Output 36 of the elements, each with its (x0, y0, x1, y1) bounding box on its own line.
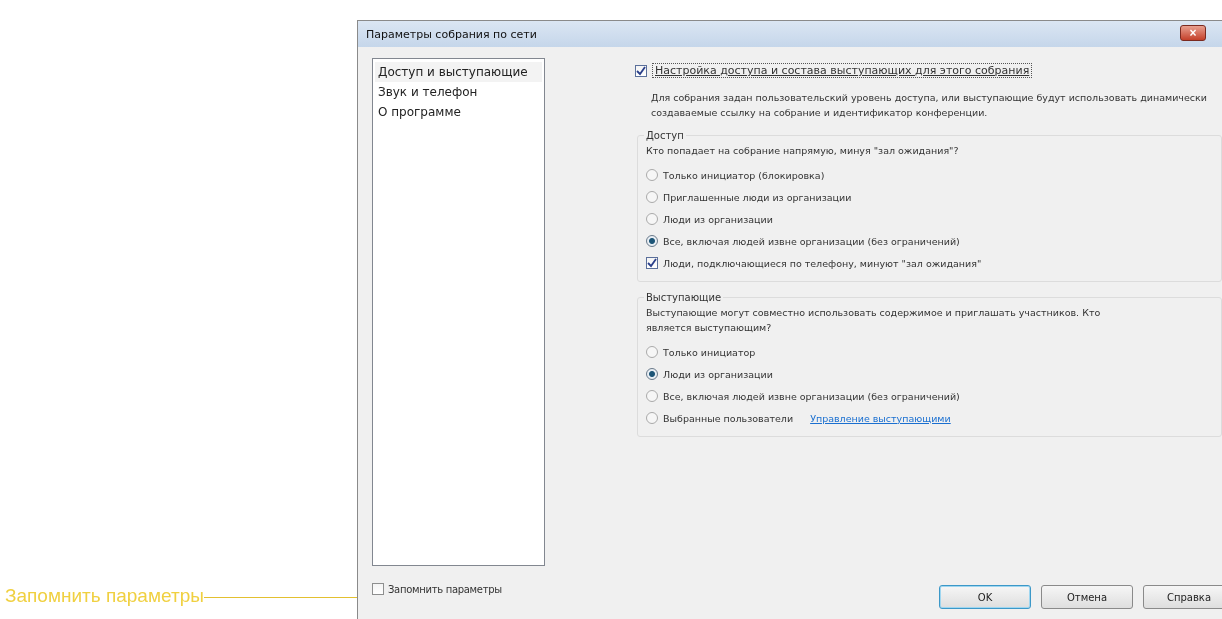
radio-label: Все, включая людей извне организации (без ограничений) (663, 390, 960, 402)
radio-label: Все, включая людей извне организации (без ограничений) (663, 235, 960, 247)
radio-button[interactable] (646, 169, 658, 181)
radio-button[interactable] (646, 412, 658, 424)
question-text: Кто попадает на собрание напрямую, минуя "зал ожидания"? (646, 144, 960, 158)
group-title: Выступающие (645, 292, 723, 303)
checkbox[interactable] (646, 257, 658, 269)
checkbox-label: Люди, подключающиеся по телефону, минуют "зал ожидания" (663, 257, 982, 269)
radio-label: Только инициатор (блокировка) (663, 169, 825, 181)
radio-button[interactable] (646, 235, 658, 247)
question-text: Выступающие могут совместно использовать содержимое и приглашать участников. Кто является выступающим? (646, 306, 1102, 335)
sidebar-item[interactable]: Доступ и выступающие (375, 62, 542, 82)
radio-label: Люди из организации (663, 368, 773, 380)
group-title: Доступ (645, 130, 685, 141)
radio-button[interactable] (646, 346, 658, 358)
radio-label: Приглашенные люди из организации (663, 191, 852, 203)
checkbox[interactable] (635, 64, 647, 77)
radio-button[interactable] (646, 213, 658, 225)
checkbox-label: Запомнить параметры (388, 583, 502, 595)
manage-presenters-link[interactable]: Управление выступающими (810, 412, 951, 424)
radio-label: Только инициатор (663, 346, 756, 358)
window-title: Параметры собрания по сети (366, 27, 537, 41)
radio-button[interactable] (646, 191, 658, 203)
dialog-button[interactable]: Справка (1143, 585, 1222, 609)
radio-button[interactable] (646, 368, 658, 380)
sidebar-item[interactable]: О программе (375, 102, 542, 122)
callout-label: Запомнить параметры (5, 585, 204, 607)
description-text: Для собрания задан пользовательский уровень доступа, или выступающие будут использовать динамически создаваемые ссылку на собрание и идентификатор конференции. (651, 91, 1208, 120)
checkbox-label: Настройка доступа и состава выступающих для этого собрания (652, 63, 1033, 78)
dialog-button[interactable]: Отмена (1041, 585, 1133, 609)
sidebar-item[interactable]: Звук и телефон (375, 82, 542, 102)
radio-label: Выбранные пользователи (663, 412, 794, 424)
radio-button[interactable] (646, 390, 658, 402)
radio-label: Люди из организации (663, 213, 773, 225)
dialog-button[interactable]: OK (939, 585, 1031, 609)
checkbox[interactable] (372, 583, 384, 595)
